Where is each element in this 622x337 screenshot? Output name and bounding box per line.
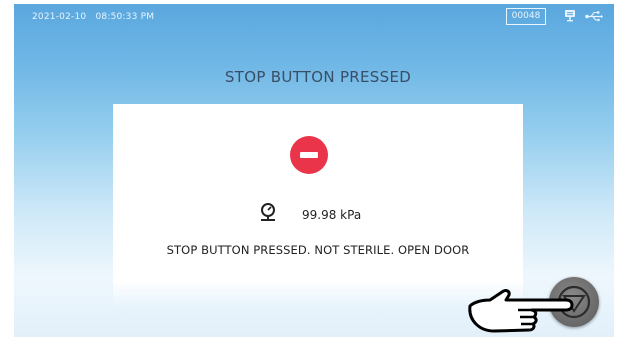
time-text: 08:50:33 PM (95, 12, 155, 22)
dialog-shadow (113, 282, 523, 306)
pointing-hand-icon (468, 289, 574, 333)
dialog-title: STOP BUTTON PRESSED (224, 68, 412, 86)
pressure-value: 99.98 kPa (302, 208, 362, 222)
alert-message: STOP BUTTON PRESSED. NOT STERILE. OPEN D… (166, 243, 470, 257)
gauge-icon (261, 203, 275, 221)
device-screen: 2021-02-10 08:50:33 PM 00048 STOP BUTTON… (14, 4, 614, 337)
status-bar: 2021-02-10 08:50:33 PM 00048 (14, 4, 614, 30)
monitor-icon (565, 10, 575, 22)
datetime-display: 2021-02-10 08:50:33 PM (32, 12, 154, 22)
stop-icon-bar (300, 152, 318, 158)
alert-dialog: 99.98 kPa STOP BUTTON PRESSED. NOT STERI… (113, 104, 523, 284)
stop-icon (290, 136, 328, 174)
usb-icon (585, 11, 603, 22)
cycle-counter: 00048 (506, 8, 546, 25)
date-text: 2021-02-10 (32, 12, 87, 22)
